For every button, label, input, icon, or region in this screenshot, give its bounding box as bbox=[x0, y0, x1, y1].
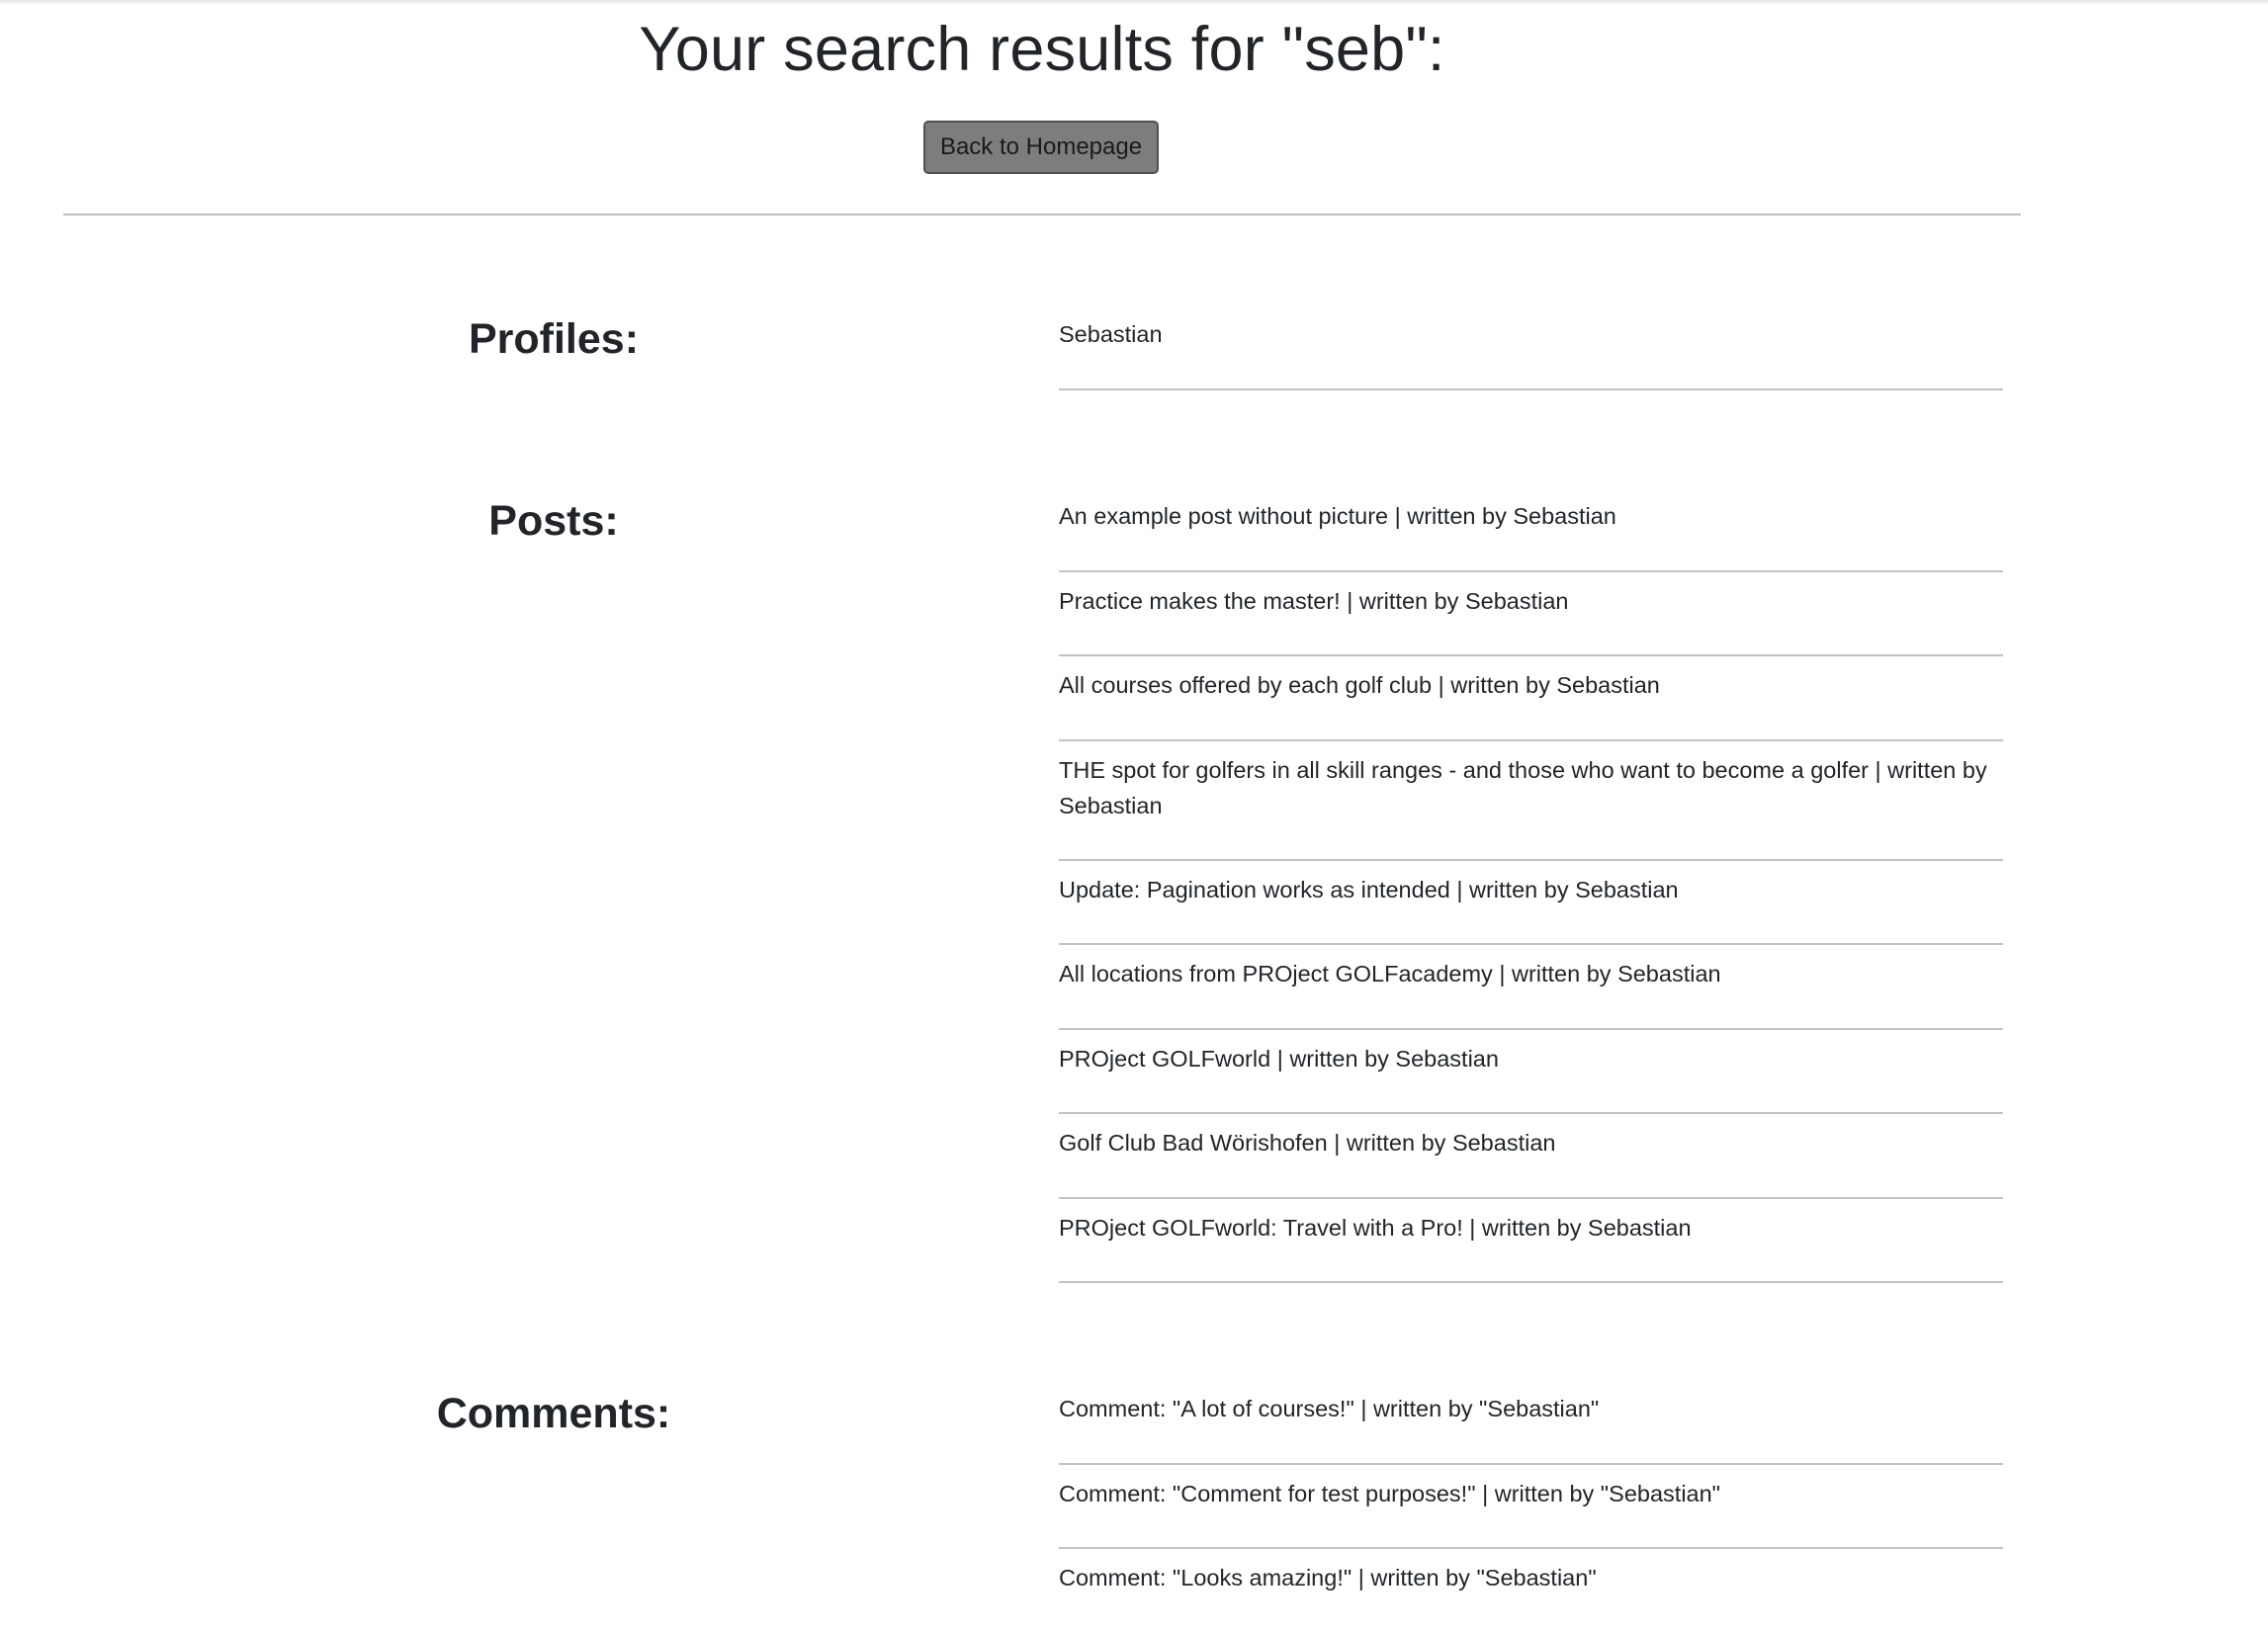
search-results-page: Your search results for "seb": Back to H… bbox=[0, 0, 2268, 1632]
post-result-label: Update: Pagination works as intended | w… bbox=[1059, 876, 1679, 902]
posts-list: An example post without picture | writte… bbox=[1059, 487, 2003, 1283]
profile-result-label: Sebastian bbox=[1059, 321, 1163, 347]
comment-result-label: Comment: "Comment for test purposes!" | … bbox=[1059, 1480, 1721, 1506]
post-result-label: Golf Club Bad Wörishofen | written by Se… bbox=[1059, 1130, 1556, 1156]
post-result[interactable]: All locations from PROject GOLFacademy |… bbox=[1059, 945, 2003, 1030]
post-result[interactable]: An example post without picture | writte… bbox=[1059, 487, 2003, 572]
comments-list: Comment: "A lot of courses!" | written b… bbox=[1059, 1380, 2003, 1632]
post-result[interactable]: Golf Club Bad Wörishofen | written by Se… bbox=[1059, 1114, 2003, 1199]
comment-result-label: Comment: "A lot of courses!" | written b… bbox=[1059, 1396, 1600, 1421]
post-result[interactable]: PROject GOLFworld: Travel with a Pro! | … bbox=[1059, 1199, 2003, 1283]
post-result[interactable]: Update: Pagination works as intended | w… bbox=[1059, 861, 2003, 945]
back-to-homepage-button[interactable]: Back to Homepage bbox=[923, 121, 1159, 174]
post-result-label: THE spot for golfers in all skill ranges… bbox=[1059, 756, 1987, 818]
comments-heading: Comments: bbox=[436, 1390, 671, 1437]
posts-heading: Posts: bbox=[488, 497, 619, 545]
post-result-label: All courses offered by each golf club | … bbox=[1059, 672, 1660, 698]
post-result[interactable]: THE spot for golfers in all skill ranges… bbox=[1059, 741, 2003, 861]
comment-result[interactable]: Comment: "A lot of courses!" | written b… bbox=[1059, 1380, 2003, 1465]
post-result-label: PROject GOLFworld | written by Sebastian bbox=[1059, 1045, 1499, 1072]
post-result-label: All locations from PROject GOLFacademy |… bbox=[1059, 961, 1721, 987]
page-title: Your search results for "seb": bbox=[639, 15, 1445, 84]
post-result[interactable]: Practice makes the master! | written by … bbox=[1059, 572, 2003, 656]
divider bbox=[63, 214, 2021, 215]
post-result[interactable]: PROject GOLFworld | written by Sebastian bbox=[1059, 1030, 2003, 1114]
comment-result-label: Comment: "Looks amazing!" | written by "… bbox=[1059, 1565, 1597, 1590]
comment-result[interactable]: Comment: "Comment for test purposes!" | … bbox=[1059, 1465, 2003, 1549]
profiles-heading: Profiles: bbox=[468, 315, 640, 363]
top-shadow bbox=[0, 0, 2268, 5]
post-result-label: Practice makes the master! | written by … bbox=[1059, 587, 1569, 614]
post-result-label: PROject GOLFworld: Travel with a Pro! | … bbox=[1059, 1214, 1692, 1241]
post-result-label: An example post without picture | writte… bbox=[1059, 503, 1616, 529]
profiles-list: Sebastian bbox=[1059, 305, 2003, 390]
post-result[interactable]: All courses offered by each golf club | … bbox=[1059, 656, 2003, 741]
profile-result[interactable]: Sebastian bbox=[1059, 305, 2003, 390]
comment-result[interactable]: Comment: "Looks amazing!" | written by "… bbox=[1059, 1549, 2003, 1632]
